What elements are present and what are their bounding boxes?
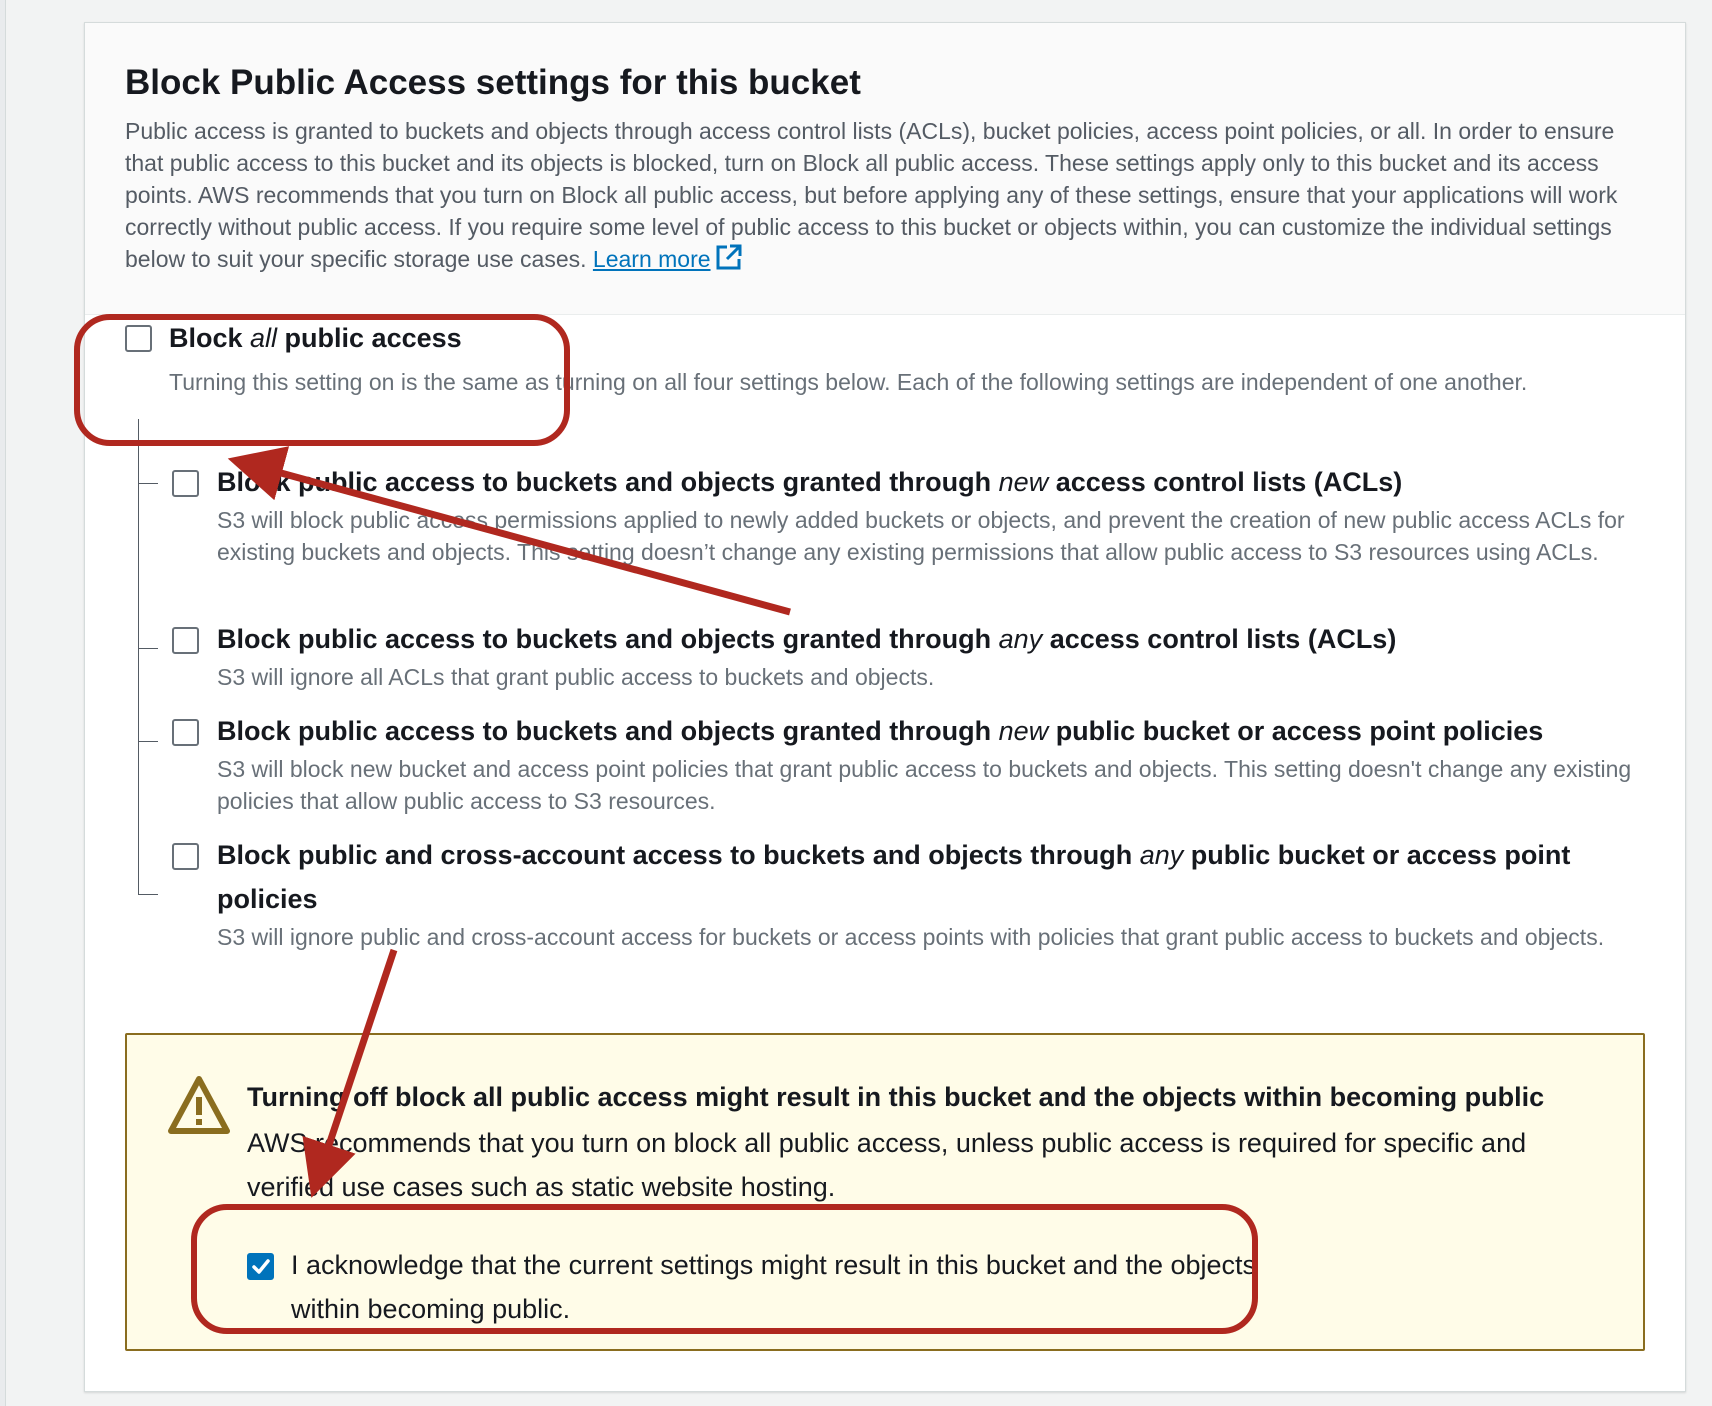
option-label-post: access control lists (ACLs)	[1048, 467, 1403, 497]
learn-more-link[interactable]: Learn more	[593, 246, 711, 272]
block-new-policies-checkbox[interactable]	[172, 719, 199, 746]
option-label-pre: Block public access to buckets and objec…	[217, 716, 999, 746]
block-public-access-panel: Block Public Access settings for this bu…	[84, 22, 1686, 1392]
block-any-policies-label: Block public and cross-account access to…	[217, 833, 1647, 921]
panel-header: Block Public Access settings for this bu…	[85, 23, 1685, 315]
tree-branch	[138, 483, 158, 484]
block-any-policies-description: S3 will ignore public and cross-account …	[217, 924, 1605, 950]
page-left-edge	[0, 0, 6, 1406]
block-all-label-post: public access	[277, 323, 462, 353]
block-all-checkbox[interactable]	[125, 325, 152, 352]
option-label-em: new	[998, 716, 1049, 746]
block-any-policies-checkbox[interactable]	[172, 843, 199, 870]
option-label-post: access control lists (ACLs)	[1042, 624, 1397, 654]
block-any-acls-description: S3 will ignore all ACLs that grant publi…	[217, 664, 935, 690]
panel-description: Public access is granted to buckets and …	[125, 115, 1645, 279]
block-all-description: Turning this setting on is the same as t…	[169, 369, 1528, 395]
block-new-policies-description: S3 will block new bucket and access poin…	[217, 756, 1632, 814]
block-all-label-pre: Block	[169, 323, 251, 353]
block-any-acls-checkbox[interactable]	[172, 627, 199, 654]
block-new-acls-description: S3 will block public access permissions …	[217, 507, 1625, 565]
option-label-pre: Block public and cross-account access to…	[217, 840, 1140, 870]
acknowledge-label: I acknowledge that the current settings …	[291, 1250, 1257, 1324]
option-label-em: new	[998, 467, 1049, 497]
external-link-icon[interactable]	[715, 243, 743, 279]
tree-branch	[138, 648, 158, 649]
block-all-label: Block all public access	[169, 316, 462, 360]
option-label-pre: Block public access to buckets and objec…	[217, 624, 999, 654]
tree-branch	[138, 894, 158, 895]
warning-description: AWS recommends that you turn on block al…	[247, 1128, 1527, 1202]
block-all-label-em: all	[250, 323, 278, 353]
block-new-acls-checkbox[interactable]	[172, 470, 199, 497]
option-label-em: any	[1139, 840, 1184, 870]
tree-branch	[138, 741, 158, 742]
panel-description-text: Public access is granted to buckets and …	[125, 118, 1618, 272]
block-any-acls-label: Block public access to buckets and objec…	[217, 617, 1667, 661]
tree-vertical-line	[138, 419, 139, 894]
public-access-warning: Turning off block all public access migh…	[125, 1033, 1645, 1351]
option-label-em: any	[998, 624, 1043, 654]
acknowledge-checkbox[interactable]	[247, 1253, 274, 1280]
block-new-acls-label: Block public access to buckets and objec…	[217, 460, 1667, 504]
warning-icon	[167, 1075, 231, 1140]
option-label-pre: Block public access to buckets and objec…	[217, 467, 999, 497]
panel-title: Block Public Access settings for this bu…	[125, 63, 861, 102]
option-label-post: public bucket or access point policies	[1048, 716, 1544, 746]
warning-title: Turning off block all public access migh…	[247, 1082, 1545, 1112]
checkmark-icon	[252, 1259, 270, 1274]
block-new-policies-label: Block public access to buckets and objec…	[217, 709, 1667, 753]
